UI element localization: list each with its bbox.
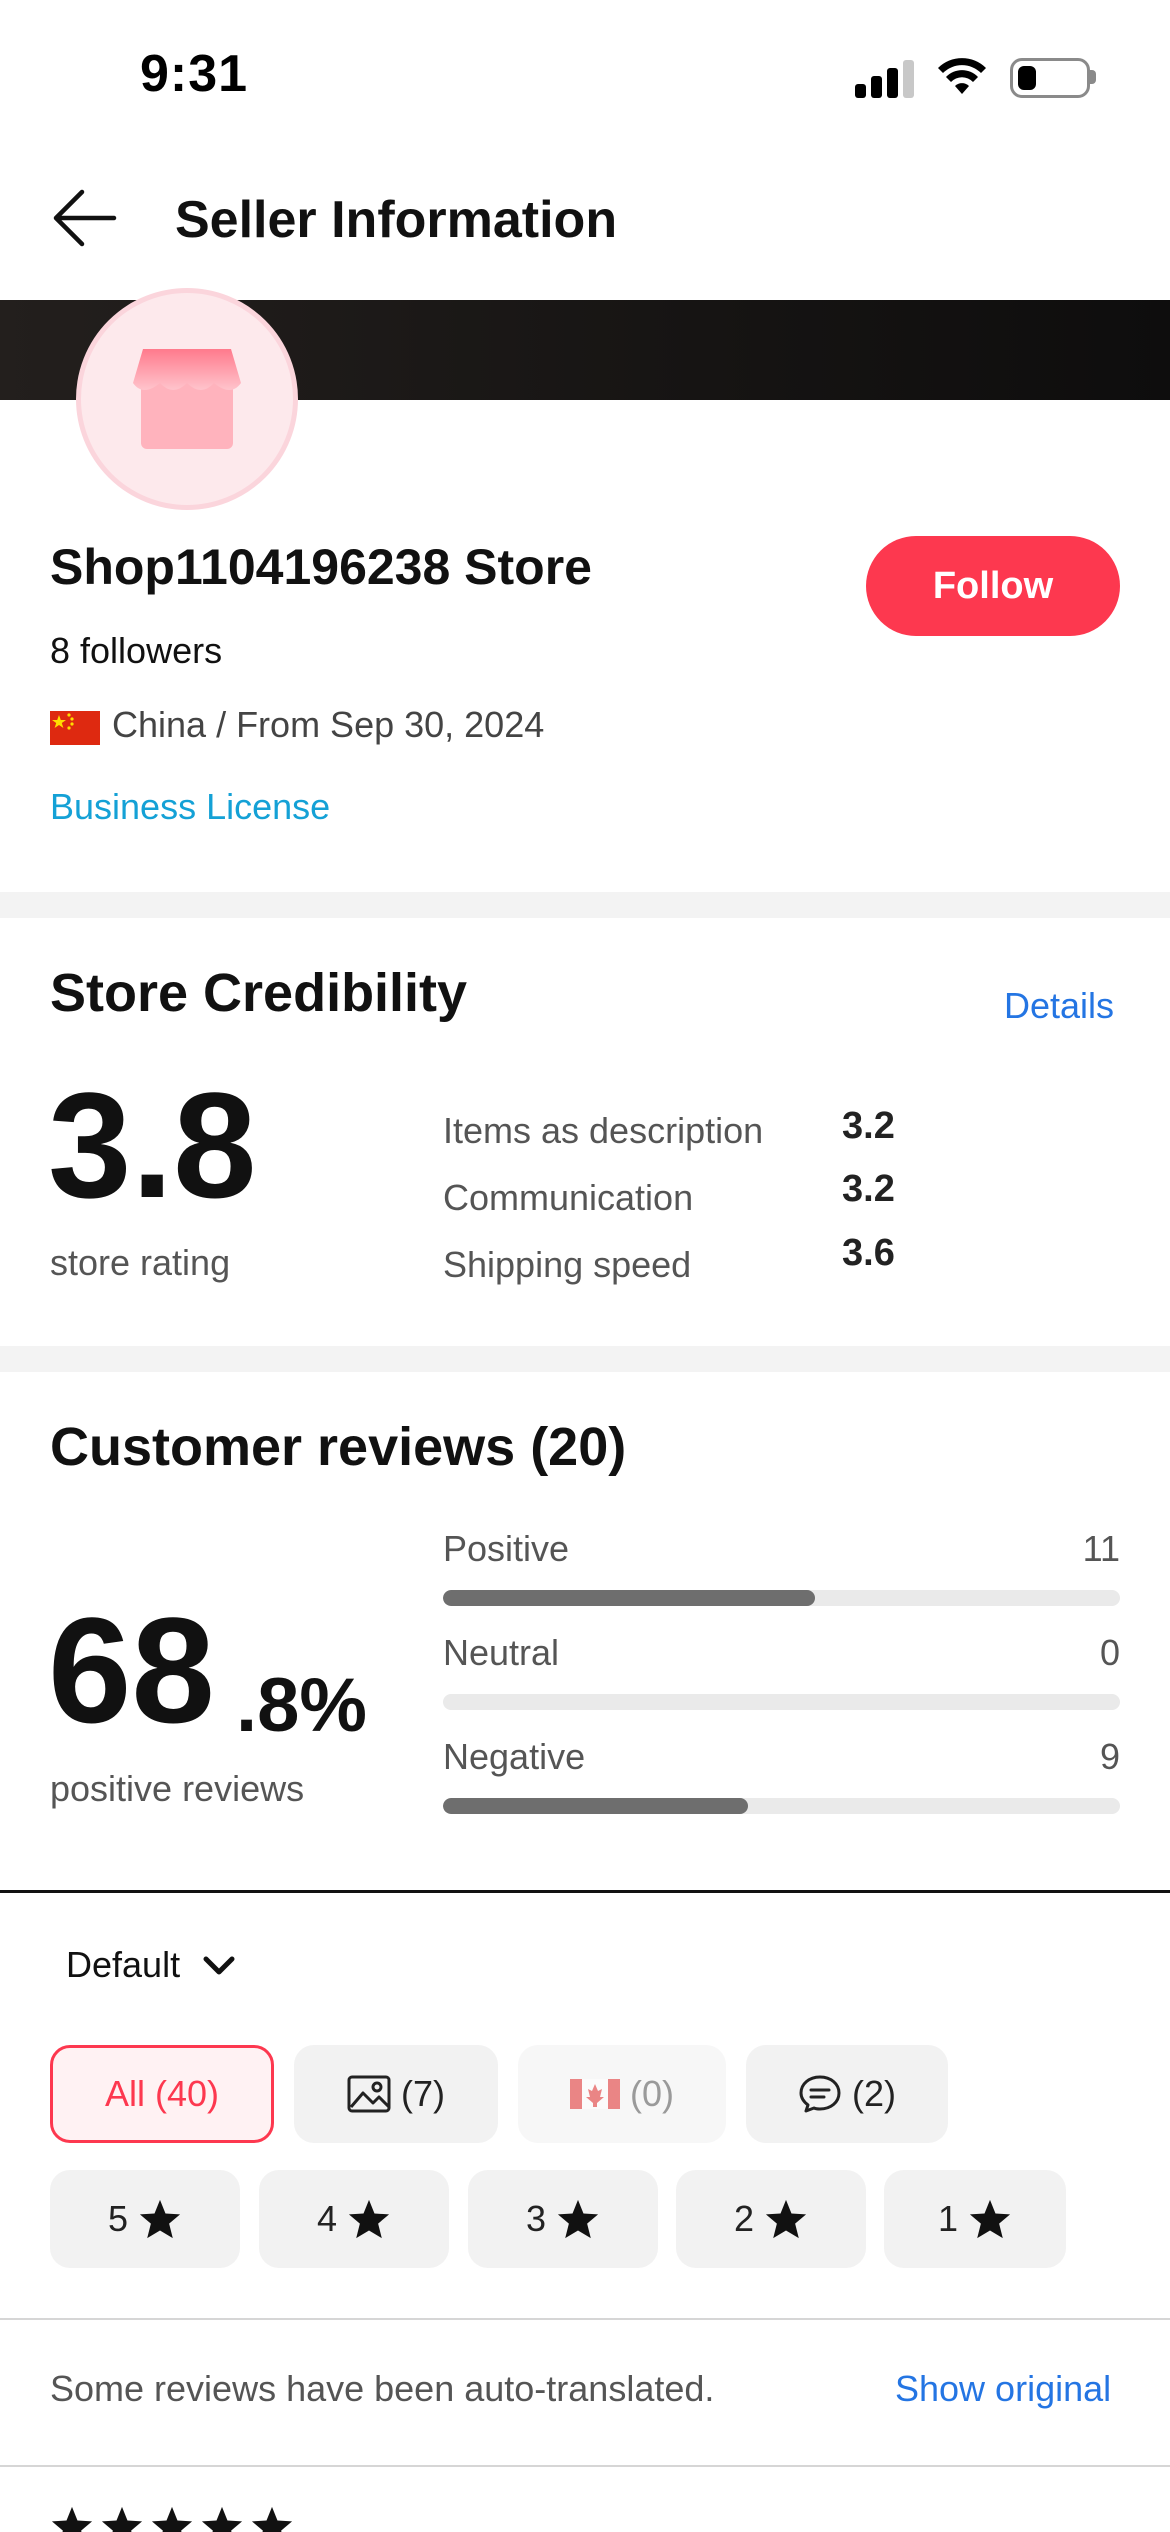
status-time: 9:31 bbox=[140, 45, 249, 103]
image-icon bbox=[347, 2075, 391, 2113]
breakdown-label: Neutral bbox=[443, 1632, 560, 1673]
star-filter-label: 3 bbox=[525, 2198, 547, 2239]
page-title: Seller Information bbox=[175, 191, 618, 249]
star-filter-2[interactable]: 2 bbox=[676, 2170, 866, 2268]
breakdown-label: Negative bbox=[443, 1736, 586, 1777]
star-icon bbox=[969, 2199, 1011, 2239]
star-icon bbox=[251, 2506, 293, 2532]
star-icon bbox=[201, 2506, 243, 2532]
wifi-icon bbox=[938, 58, 986, 94]
positive-percent-dec: .8% bbox=[236, 1663, 367, 1748]
battery-icon bbox=[1010, 58, 1090, 98]
battery-cap bbox=[1090, 70, 1096, 84]
breakdown-bar bbox=[443, 1590, 1120, 1606]
star-filter-1[interactable]: 1 bbox=[884, 2170, 1066, 2268]
filter-chip-label: All (40) bbox=[104, 2073, 220, 2114]
star-icon bbox=[348, 2199, 390, 2239]
breakdown-label: Positive bbox=[443, 1528, 570, 1569]
breakdown-bar-fill bbox=[443, 1590, 816, 1606]
credibility-title: Store Credibility bbox=[50, 963, 468, 1023]
metric-value: 3.2 bbox=[842, 1168, 895, 1210]
follow-button[interactable]: Follow bbox=[866, 536, 1120, 636]
signal-icon bbox=[855, 56, 915, 98]
store-avatar bbox=[76, 288, 298, 510]
details-link[interactable]: Details bbox=[1004, 985, 1114, 1027]
translation-notice: Some reviews have been auto-translated. bbox=[50, 2368, 715, 2409]
divider-line bbox=[0, 2318, 1170, 2320]
store-origin: China / From Sep 30, 2024 bbox=[112, 704, 545, 745]
filter-chip-label: (0) bbox=[630, 2073, 674, 2114]
breakdown-bar bbox=[443, 1798, 1120, 1814]
positive-percent-label: positive reviews bbox=[50, 1768, 305, 1809]
china-flag-icon bbox=[50, 711, 100, 745]
filter-chip-label: (7) bbox=[401, 2073, 445, 2114]
filter-chip-label: (2) bbox=[852, 2073, 896, 2114]
divider-line bbox=[0, 2465, 1170, 2467]
show-original-link[interactable]: Show original bbox=[895, 2368, 1111, 2410]
store-icon bbox=[133, 349, 241, 449]
section-divider bbox=[0, 892, 1170, 918]
breakdown-bar-fill bbox=[443, 1798, 748, 1814]
store-name: Shop1104196238 Store bbox=[50, 539, 592, 595]
section-separator bbox=[0, 1890, 1170, 1893]
star-icon bbox=[139, 2199, 181, 2239]
star-icon bbox=[765, 2199, 807, 2239]
star-filter-label: 2 bbox=[733, 2198, 755, 2239]
star-filter-label: 4 bbox=[316, 2198, 338, 2239]
filter-chip-local[interactable]: (0) bbox=[518, 2045, 726, 2143]
store-rating-label: store rating bbox=[50, 1242, 231, 1283]
comment-icon bbox=[799, 2075, 841, 2113]
breakdown-count: 0 bbox=[1099, 1632, 1120, 1673]
star-icon bbox=[51, 2506, 93, 2532]
breakdown-bar bbox=[443, 1694, 1120, 1710]
metric-value: 3.6 bbox=[842, 1232, 895, 1274]
breakdown-count: 9 bbox=[1099, 1736, 1120, 1777]
positive-percent-int: 68 bbox=[48, 1586, 215, 1754]
sort-dropdown[interactable]: Default bbox=[66, 1944, 236, 1986]
followers-count: 8 followers bbox=[50, 630, 223, 671]
metric-label: Shipping speed bbox=[443, 1244, 692, 1285]
sort-label: Default bbox=[66, 1944, 181, 1985]
star-filter-5[interactable]: 5 bbox=[50, 2170, 240, 2268]
metric-label: Communication bbox=[443, 1177, 694, 1218]
review-rating-stars bbox=[50, 2505, 294, 2532]
star-icon bbox=[557, 2199, 599, 2239]
star-filter-4[interactable]: 4 bbox=[259, 2170, 449, 2268]
store-rating-value: 3.8 bbox=[48, 1061, 257, 1229]
star-filter-label: 5 bbox=[107, 2198, 129, 2239]
star-filter-3[interactable]: 3 bbox=[468, 2170, 658, 2268]
star-filter-label: 1 bbox=[937, 2198, 959, 2239]
metric-label: Items as description bbox=[443, 1110, 764, 1151]
filter-chip-comments[interactable]: (2) bbox=[746, 2045, 948, 2143]
breakdown-count: 11 bbox=[1082, 1528, 1120, 1569]
canada-flag-icon bbox=[570, 2079, 620, 2109]
back-arrow-icon bbox=[53, 189, 117, 247]
filter-chip-all[interactable]: All (40) bbox=[50, 2045, 274, 2143]
star-icon bbox=[151, 2506, 193, 2532]
business-license-link[interactable]: Business License bbox=[50, 786, 330, 828]
back-button[interactable] bbox=[40, 178, 130, 258]
star-icon bbox=[101, 2506, 143, 2532]
metric-value: 3.2 bbox=[842, 1105, 895, 1147]
section-divider bbox=[0, 1346, 1170, 1372]
filter-chip-photos[interactable]: (7) bbox=[294, 2045, 498, 2143]
reviews-title: Customer reviews (20) bbox=[50, 1417, 627, 1477]
chevron-down-icon bbox=[203, 1956, 235, 1975]
